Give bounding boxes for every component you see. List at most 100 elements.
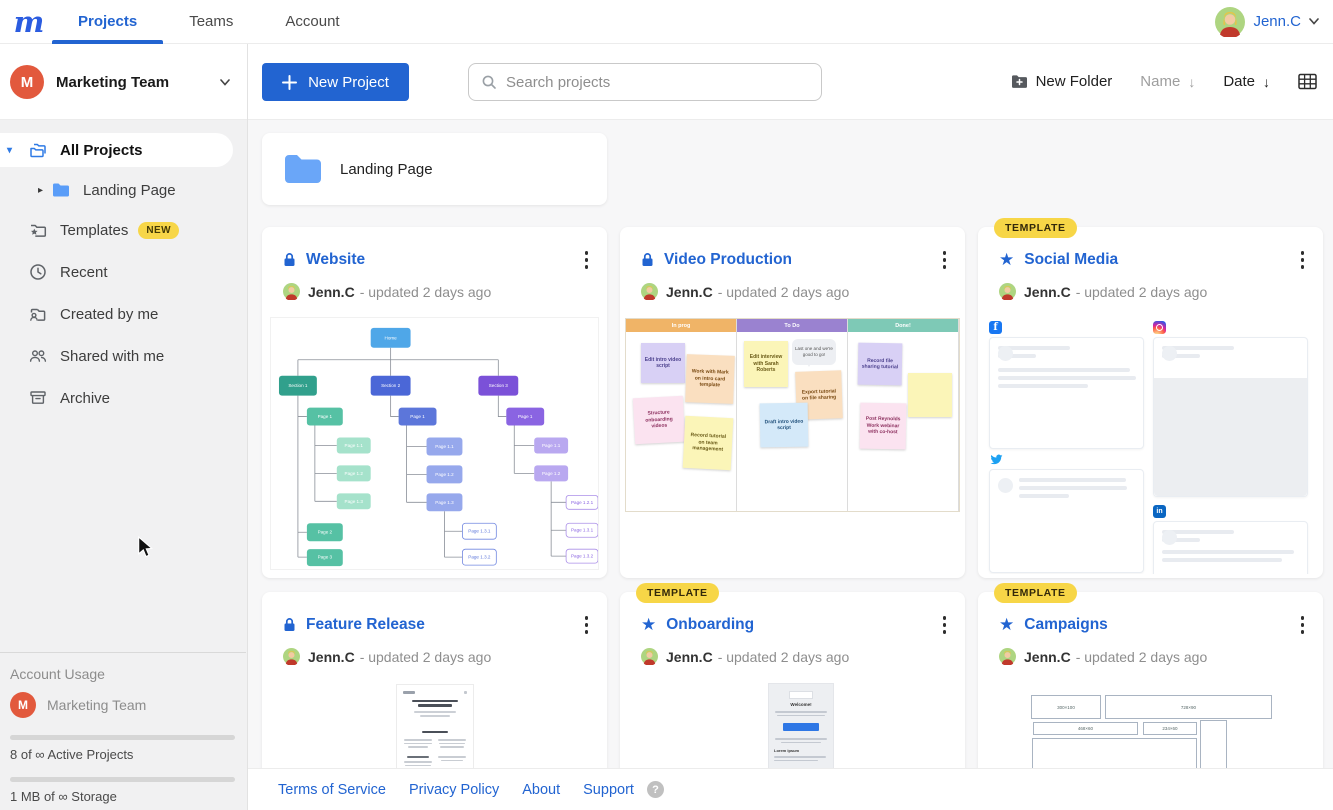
main-content: Landing Page Website Jenn.C - updated 2 … [248, 120, 1333, 810]
twitter-post-mockup [989, 469, 1144, 573]
sidebar-item-label: Landing Page [83, 182, 176, 199]
card-menu-button[interactable] [938, 248, 952, 272]
templates-folder-icon [28, 220, 48, 240]
card-menu-button[interactable] [580, 613, 594, 637]
grid-view-icon[interactable] [1298, 73, 1317, 90]
footer-link-support[interactable]: Support [583, 782, 634, 798]
project-card-social-media[interactable]: TEMPLATE ★ Social Media Jenn.C - updated… [978, 227, 1323, 578]
sitemap-node-label: Page 1.2 [542, 471, 561, 476]
author-avatar [641, 648, 658, 665]
footer-link-privacy[interactable]: Privacy Policy [409, 782, 499, 798]
sitemap-thumbnail: Home Section 1 Page 1 Page 1.1 Page 1.2 … [270, 317, 599, 570]
usage-team: M Marketing Team [10, 692, 236, 718]
card-title: Social Media [1024, 251, 1118, 269]
top-navigation: m Projects Teams Account Jenn.C [0, 0, 1333, 44]
card-byline: Jenn.C - updated 2 days ago [641, 283, 849, 300]
sidebar-item-label: Templates [60, 222, 128, 239]
tab-teams[interactable]: Teams [163, 0, 259, 43]
team-name: Marketing Team [56, 74, 169, 91]
lock-icon [641, 252, 654, 267]
tab-account[interactable]: Account [259, 0, 365, 43]
search-icon [481, 74, 497, 90]
sort-by-name[interactable]: Name ↓ [1140, 73, 1195, 90]
sitemap-node-label: Page 1.3 [435, 500, 454, 505]
sidebar-item-all-projects[interactable]: ▾ All Projects [0, 133, 233, 167]
caret-collapsed-icon[interactable]: ▸ [38, 185, 43, 196]
card-title: Feature Release [306, 616, 425, 634]
sitemap-node-label: Page 1.1 [345, 443, 364, 448]
sidebar-item-archive[interactable]: Archive [0, 381, 233, 415]
search-input[interactable] [506, 74, 809, 91]
sidebar-item-shared-with-me[interactable]: Shared with me [0, 339, 233, 373]
sidebar-item-label: Archive [60, 390, 110, 407]
project-card-video-production[interactable]: Video Production Jenn.C - updated 2 days… [620, 227, 965, 578]
author-name: Jenn.C [308, 649, 355, 665]
sticky-note: Structure onboarding videos [633, 396, 685, 445]
project-card-website[interactable]: Website Jenn.C - updated 2 days ago [262, 227, 607, 578]
sitemap-node-label: Page 1.1 [542, 443, 561, 448]
author-name: Jenn.C [1024, 284, 1071, 300]
user-name: Jenn.C [1253, 13, 1301, 30]
sticky-note: Edit interview with Sarah Roberts [744, 341, 788, 387]
author-name: Jenn.C [666, 284, 713, 300]
sitemap-node-label: Page 1.3 [345, 499, 364, 504]
card-menu-button[interactable] [1296, 248, 1310, 272]
card-menu-button[interactable] [938, 613, 952, 637]
new-project-button[interactable]: New Project [262, 63, 409, 101]
new-folder-button[interactable]: New Folder [1011, 73, 1113, 90]
chevron-down-icon [220, 79, 230, 86]
sitemap-node-label: Page 1.2 [435, 472, 454, 477]
sitemap-node-label: Page 1.3.1 [468, 529, 491, 534]
sort-by-date[interactable]: Date ↓ [1223, 73, 1270, 90]
speech-bubble: Last one and we're good to go! [792, 339, 836, 365]
card-header: Website [283, 248, 593, 272]
instagram-post-mockup [1153, 337, 1308, 497]
ad-size-box: 300×100 [1031, 695, 1101, 719]
miro-logo[interactable]: m [6, 2, 52, 42]
sidebar-item-recent[interactable]: Recent [0, 255, 233, 289]
plus-icon [282, 75, 297, 90]
sidebar-item-templates[interactable]: Templates NEW [0, 213, 233, 247]
header-tools: New Folder Name ↓ Date ↓ [1011, 44, 1317, 119]
footer-link-about[interactable]: About [522, 782, 560, 798]
card-menu-button[interactable] [580, 248, 594, 272]
onboarding-heading: Welcome! [769, 702, 833, 707]
card-header: Video Production [641, 248, 951, 272]
team-selector[interactable]: M Marketing Team [10, 65, 238, 99]
sitemap-node-label: Page 1.1 [435, 444, 454, 449]
help-icon[interactable]: ? [647, 781, 664, 798]
arrow-down-icon: ↓ [1188, 74, 1195, 90]
active-projects-progress-bar [10, 735, 235, 740]
user-menu[interactable]: Jenn.C [1215, 7, 1319, 37]
account-usage-title: Account Usage [10, 666, 236, 682]
social-posts-thumbnail: f [986, 319, 1315, 574]
updated-text: - updated 2 days ago [718, 649, 850, 665]
sidebar-item-landing-page[interactable]: ▸ Landing Page [0, 173, 233, 207]
sidebar-item-label: All Projects [60, 142, 143, 159]
linkedin-icon: in [1153, 505, 1166, 518]
card-menu-button[interactable] [1296, 613, 1310, 637]
account-usage-panel: Account Usage M Marketing Team 8 of ∞ Ac… [0, 652, 246, 804]
ad-size-box: 234×60 [1143, 722, 1197, 735]
sticky-note: Post Reynolds Work webinar with co-host [860, 403, 907, 450]
card-title: Website [306, 251, 365, 269]
author-avatar [283, 648, 300, 665]
folder-card-landing-page[interactable]: Landing Page [262, 133, 607, 205]
author-name: Jenn.C [308, 284, 355, 300]
caret-expanded-icon[interactable]: ▾ [7, 145, 12, 156]
tab-projects[interactable]: Projects [52, 0, 163, 43]
sitemap-node-label: Section 3 [489, 383, 509, 388]
ad-size-box: 728×90 [1105, 695, 1272, 719]
sticky-note: Record tutorial on team management [683, 416, 734, 470]
author-avatar [999, 283, 1016, 300]
kanban-column-header: To Do [737, 319, 847, 332]
new-folder-label: New Folder [1036, 73, 1113, 90]
updated-text: - updated 2 days ago [1076, 649, 1208, 665]
sidebar-item-created-by-me[interactable]: Created by me [0, 297, 233, 331]
kanban-column-header: Done! [848, 319, 958, 332]
footer-link-terms[interactable]: Terms of Service [278, 782, 386, 798]
folder-icon [284, 154, 322, 184]
author-avatar [999, 648, 1016, 665]
star-icon: ★ [999, 616, 1014, 633]
sticky-note: Draft intro video script [760, 403, 809, 448]
